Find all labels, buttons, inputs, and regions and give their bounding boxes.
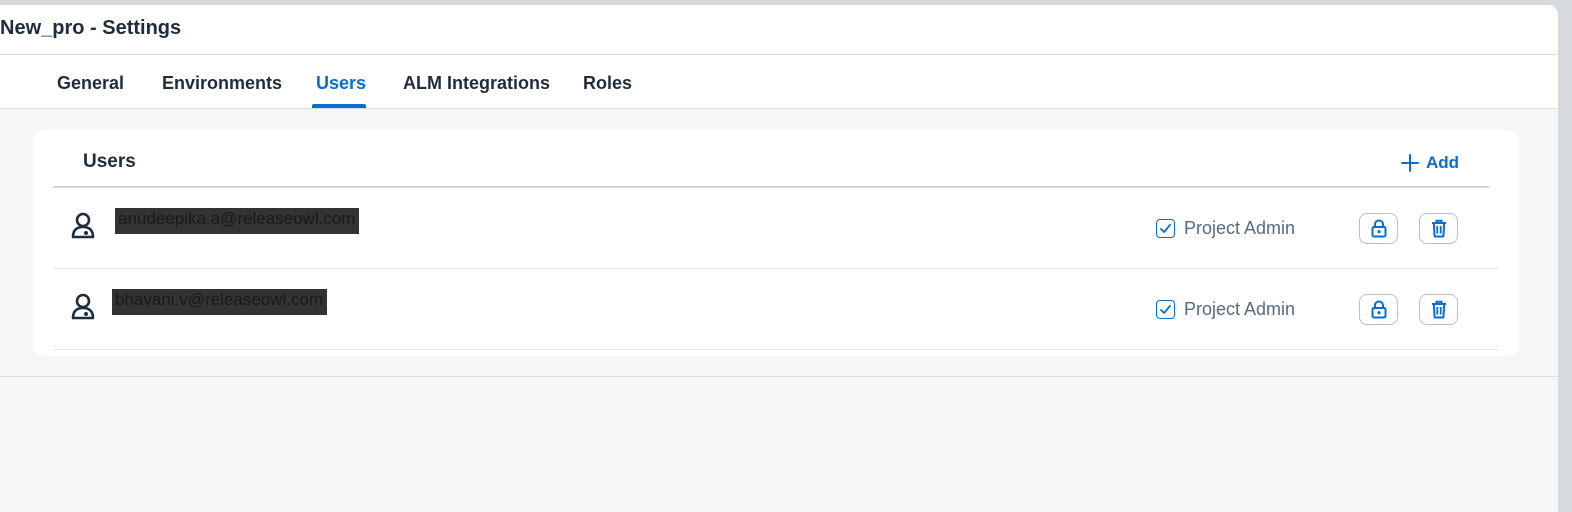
checkmark-icon: [1160, 304, 1171, 314]
lock-icon: [1371, 300, 1386, 319]
user-row: bhavani.v@releaseowl.com Project Admin: [53, 269, 1499, 350]
tab-users[interactable]: Users: [316, 55, 366, 108]
add-button-label: Add: [1426, 153, 1460, 172]
user-icon: [71, 212, 95, 239]
tab-environments[interactable]: Environments: [162, 55, 282, 108]
add-user-button[interactable]: Add: [1401, 150, 1459, 176]
role-label: Project Admin: [1184, 299, 1296, 319]
plus-icon: [1401, 154, 1419, 172]
user-row: anudeepika.a@releaseowl.com Project Admi…: [53, 188, 1499, 269]
lock-user-button[interactable]: [1359, 294, 1398, 325]
tab-roles[interactable]: Roles: [583, 55, 632, 108]
lock-icon: [1371, 219, 1386, 238]
trash-icon: [1431, 300, 1446, 319]
user-icon: [71, 293, 95, 320]
title-bar: New_pro - Settings: [0, 5, 1558, 55]
project-admin-checkbox[interactable]: [1156, 219, 1175, 238]
tab-alm-integrations[interactable]: ALM Integrations: [403, 55, 550, 108]
tab-general[interactable]: General: [57, 55, 124, 108]
project-admin-checkbox[interactable]: [1156, 300, 1175, 319]
users-panel: Users Add anudeepika.a@releaseowl.com Pr…: [33, 130, 1519, 356]
lock-user-button[interactable]: [1359, 213, 1398, 244]
role-option: Project Admin: [1156, 299, 1295, 320]
checkmark-icon: [1160, 223, 1171, 233]
user-email: bhavani.v@releaseowl.com: [112, 289, 328, 315]
users-panel-title: Users: [83, 151, 136, 172]
settings-window: New_pro - Settings General Environments …: [0, 5, 1558, 512]
user-email: anudeepika.a@releaseowl.com: [115, 208, 360, 234]
role-label: Project Admin: [1184, 218, 1296, 238]
role-option: Project Admin: [1156, 218, 1295, 239]
content-divider: [0, 376, 1558, 377]
active-tab-indicator: [312, 104, 366, 108]
delete-user-button[interactable]: [1419, 294, 1458, 325]
delete-user-button[interactable]: [1419, 213, 1458, 244]
trash-icon: [1431, 219, 1446, 238]
page-title: New_pro - Settings: [0, 17, 182, 39]
tab-bar: General Environments Users ALM Integrati…: [0, 55, 1558, 109]
